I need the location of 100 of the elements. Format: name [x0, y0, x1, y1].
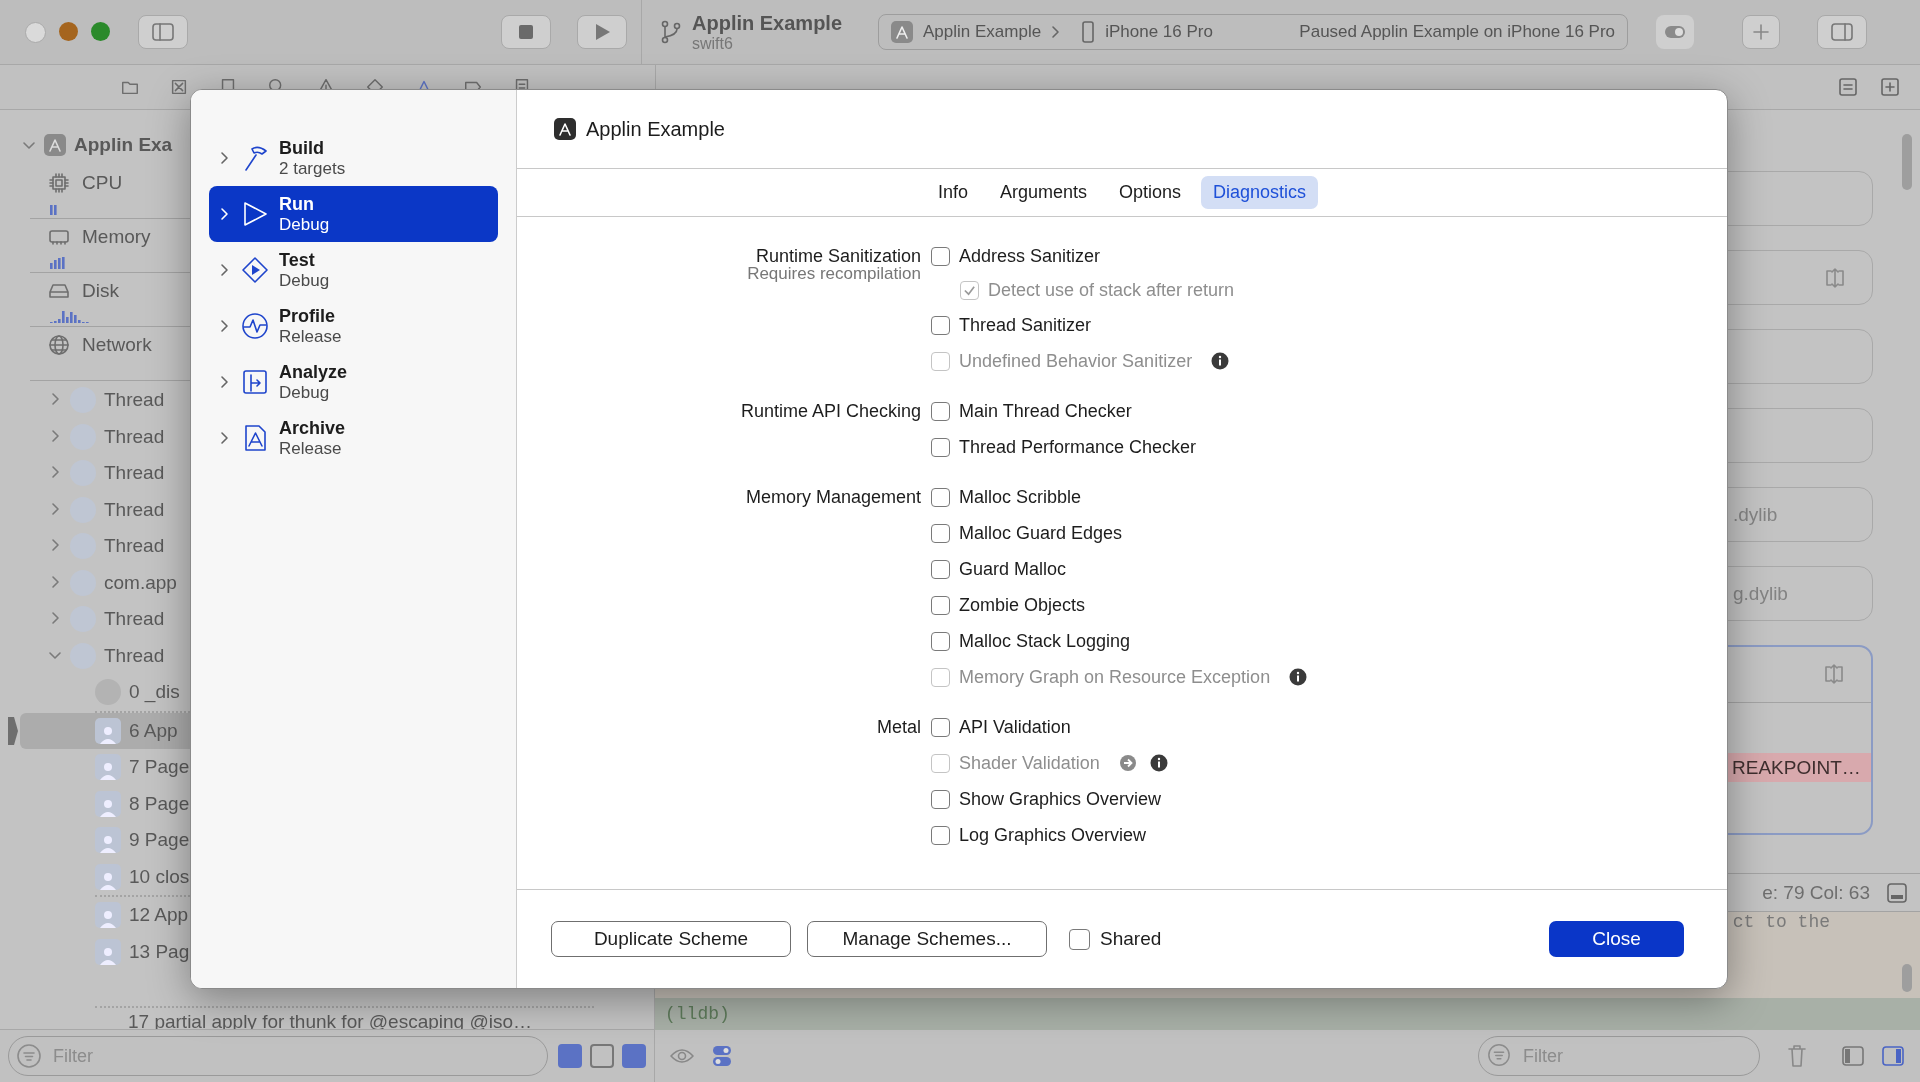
thread-name[interactable]: Thread: [104, 608, 165, 631]
frame-name[interactable]: 7 Page: [129, 756, 190, 779]
frame-name[interactable]: 9 Page: [129, 829, 190, 852]
option-label: Detect use of stack after return: [988, 280, 1235, 301]
frame-name[interactable]: 10 clos: [129, 865, 190, 888]
scheme-action[interactable]: Build 2 targets: [209, 130, 498, 186]
checkbox[interactable]: [931, 401, 950, 421]
person-icon: [95, 790, 121, 817]
person-icon: [95, 754, 121, 781]
thread-name[interactable]: Thread: [104, 462, 165, 485]
option-label: Malloc Stack Logging: [959, 630, 1131, 652]
frame-name[interactable]: 0 _dis: [129, 681, 180, 704]
branch-icon: [660, 19, 682, 45]
option-label: Zombie Objects: [959, 594, 1086, 616]
frame-name[interactable]: 8 Page: [129, 792, 190, 815]
app-icon: [554, 118, 576, 140]
toggle-icon[interactable]: [1656, 15, 1695, 49]
scheme-title: Applin Example: [586, 117, 725, 141]
scheme-name[interactable]: Applin Example: [923, 22, 1042, 42]
tab[interactable]: Info: [925, 176, 980, 209]
gauge-name[interactable]: Network: [82, 334, 152, 356]
add-button[interactable]: [1742, 15, 1781, 49]
checkbox[interactable]: [931, 487, 950, 507]
sidebar-icon[interactable]: [1840, 1044, 1866, 1068]
checkbox[interactable]: [931, 717, 950, 737]
option-label: Log Graphics Overview: [959, 824, 1147, 846]
code-text: ct to the: [1732, 912, 1830, 934]
checkbox[interactable]: [931, 437, 950, 457]
phone-icon: [1081, 21, 1096, 43]
scheme-action[interactable]: Archive Release: [209, 410, 498, 466]
inspector-toggle-button[interactable]: [1817, 15, 1868, 49]
gauge-name[interactable]: Memory: [82, 226, 151, 248]
card-text: g.dylib: [1733, 582, 1788, 605]
sidebar-icon[interactable]: [1880, 1044, 1906, 1068]
frame-name[interactable]: 13 Pag: [129, 940, 190, 963]
scheme-action[interactable]: Profile Release: [209, 298, 498, 354]
toggle-icon[interactable]: [622, 1044, 646, 1068]
branch-box-icon: [240, 367, 270, 397]
scheme-status-bar[interactable]: Applin Example iPhone 16 Pro Paused Applin Example on iPhone 16 Pro: [878, 14, 1629, 50]
frame-name[interactable]: 12 App: [129, 904, 189, 927]
add-icon[interactable]: [1880, 77, 1900, 97]
thread-name[interactable]: Thread: [104, 535, 165, 558]
frame-name[interactable]: 6 App: [129, 719, 178, 742]
toggle-icon[interactable]: [590, 1044, 614, 1068]
checkmark-icon: [963, 284, 976, 297]
toggle-icon[interactable]: [558, 1044, 582, 1068]
waveform-icon: [240, 311, 270, 341]
zoom-button[interactable]: [91, 21, 110, 41]
gauge-name[interactable]: CPU: [82, 172, 123, 194]
close-button[interactable]: Close: [1549, 921, 1684, 957]
thread-name[interactable]: Thread: [104, 425, 165, 448]
run-button[interactable]: [577, 15, 627, 49]
thread-name[interactable]: Thread: [104, 644, 165, 667]
checkbox[interactable]: [931, 315, 950, 335]
expand-icon[interactable]: [1824, 266, 1846, 290]
person-icon: [95, 938, 121, 965]
run-status: Paused Applin Example on iPhone 16 Pro: [1299, 22, 1616, 42]
scroll-thumb[interactable]: [1902, 134, 1912, 190]
checkbox[interactable]: [931, 523, 950, 543]
expand-icon[interactable]: [1823, 662, 1845, 686]
stop-button[interactable]: [501, 15, 551, 49]
list-icon[interactable]: [1838, 77, 1858, 97]
thread-name[interactable]: com.app: [104, 571, 177, 594]
minimize-button[interactable]: [59, 21, 78, 41]
device-name[interactable]: iPhone 16 Pro: [1105, 22, 1290, 42]
option-label: Main Thread Checker: [959, 400, 1132, 422]
close-window-button[interactable]: [25, 21, 46, 43]
scheme-button[interactable]: Duplicate Scheme: [551, 921, 791, 957]
checkbox[interactable]: [931, 789, 950, 809]
thread-name[interactable]: Thread: [104, 498, 165, 521]
project-name[interactable]: Applin Exa: [74, 134, 173, 156]
sidebar-toggle-button[interactable]: [138, 15, 188, 49]
pointer-icon: [8, 716, 18, 745]
checkbox[interactable]: [931, 825, 950, 845]
scheme-action[interactable]: Analyze Debug: [209, 354, 498, 410]
option-label: Malloc Scribble: [959, 486, 1082, 508]
scheme-action[interactable]: Run Debug: [209, 186, 498, 242]
tab[interactable]: Options: [1107, 176, 1194, 209]
x-box-icon[interactable]: [169, 77, 189, 97]
thread-name[interactable]: Thread: [104, 389, 165, 412]
checkbox[interactable]: [931, 595, 950, 615]
checkbox[interactable]: [931, 631, 950, 651]
tab[interactable]: Diagnostics: [1201, 176, 1319, 209]
person-icon: [95, 863, 121, 890]
checkbox[interactable]: [931, 246, 950, 266]
scheme-button[interactable]: Manage Schemes...: [807, 921, 1047, 957]
checkbox[interactable]: [931, 559, 950, 579]
panel-icon[interactable]: [1886, 881, 1908, 904]
checkbox[interactable]: [1069, 928, 1090, 950]
gauge-name[interactable]: Disk: [82, 280, 119, 302]
option-label: Show Graphics Overview: [959, 788, 1162, 810]
option-label: API Validation: [959, 716, 1071, 738]
diamond-play-icon: [240, 255, 270, 285]
scheme-action[interactable]: Test Debug: [209, 242, 498, 298]
person-icon: [95, 827, 121, 854]
group-label: Memory Management: [744, 486, 921, 509]
scroll-thumb[interactable]: [1902, 964, 1912, 992]
person-icon: [95, 902, 121, 929]
globe-icon: [48, 334, 70, 356]
tab[interactable]: Arguments: [987, 176, 1099, 209]
